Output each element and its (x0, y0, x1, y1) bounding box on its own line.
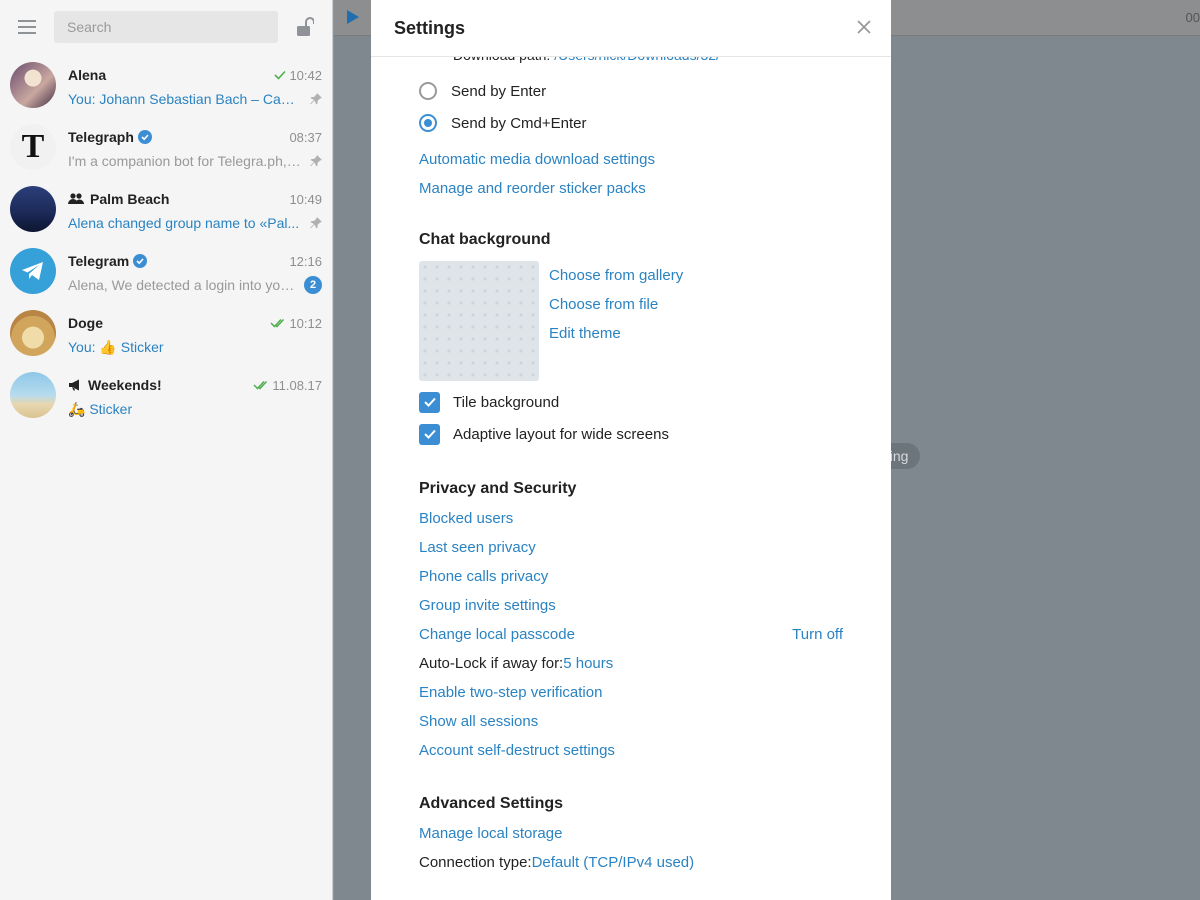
chat-last-message: 🛵 Sticker (68, 400, 133, 417)
search-input[interactable] (54, 11, 278, 43)
chat-name: Telegraph (68, 129, 134, 145)
chat-time: 10:49 (289, 191, 322, 207)
chat-last-message: I'm a companion bot for Telegra.ph, ... (68, 153, 302, 169)
thumbs-up-emoji: 👍 (99, 338, 117, 355)
group-icon (68, 193, 84, 204)
checkmark-icon (423, 429, 436, 439)
chat-last-message: You: Johann Sebastian Bach – Capric... (68, 91, 302, 107)
blocked-users-link[interactable]: Blocked users (419, 504, 891, 533)
last-seen-privacy-link[interactable]: Last seen privacy (419, 533, 891, 562)
adaptive-layout-checkbox[interactable] (419, 423, 440, 445)
checkmark-icon (423, 397, 436, 407)
settings-title: Settings (394, 17, 466, 38)
radio-send-cmd-enter[interactable] (419, 114, 437, 132)
two-step-verification-link[interactable]: Enable two-step verification (419, 678, 891, 707)
adaptive-layout-option[interactable]: Adaptive layout for wide screens (419, 418, 891, 450)
phone-calls-privacy-link[interactable]: Phone calls privacy (419, 562, 891, 591)
connection-type-link[interactable]: Default (TCP/IPv4 used) (532, 854, 695, 871)
read-check-icon (274, 70, 287, 80)
chat-item-alena[interactable]: Alena 10:42 You: Johann Sebastian Bach –… (0, 54, 332, 116)
telegram-logo-icon (22, 262, 43, 280)
avatar (10, 310, 56, 356)
chat-time: 10:42 (289, 67, 322, 83)
connection-type-row: Connection type: Default (TCP/IPv4 used) (419, 854, 695, 871)
sticker-packs-link[interactable]: Manage and reorder sticker packs (419, 174, 891, 203)
pin-icon (310, 155, 322, 167)
chat-item-telegram[interactable]: Telegram 12:16 Alena, We detected a logi… (0, 240, 332, 302)
megaphone-icon (69, 379, 79, 391)
unread-badge: 2 (304, 276, 322, 294)
verified-icon (133, 254, 148, 268)
chat-name: Weekends! (88, 377, 162, 393)
pin-icon (310, 217, 322, 229)
background-preview[interactable] (419, 261, 539, 381)
local-passcode-row: Change local passcode Turn off (419, 620, 891, 649)
chat-item-weekends[interactable]: Weekends! 11.08.17 🛵 Sticker (0, 364, 332, 426)
verified-icon (137, 130, 152, 144)
chat-item-telegraph[interactable]: T Telegraph 08:37 I'm a companion bot fo… (0, 116, 332, 178)
avatar (10, 248, 56, 294)
manage-local-storage-link[interactable]: Manage local storage (419, 819, 891, 848)
radio-send-enter[interactable] (419, 82, 437, 100)
chat-time: 10:12 (289, 315, 322, 331)
double-check-icon (270, 318, 285, 328)
double-check-icon (253, 380, 268, 390)
avatar (10, 62, 56, 108)
chat-last-message: Alena changed group name to «Pal... (68, 215, 300, 231)
auto-lock-value-link[interactable]: 5 hours (563, 655, 613, 672)
auto-lock-row: Auto-Lock if away for: 5 hours (419, 655, 614, 672)
send-by-enter-option[interactable]: Send by Enter (419, 75, 891, 107)
chat-name: Alena (68, 67, 107, 83)
chat-item-doge[interactable]: Doge 10:12 You: 👍 Sticker (0, 302, 332, 364)
show-sessions-link[interactable]: Show all sessions (419, 707, 891, 736)
turn-off-passcode-link[interactable]: Turn off (792, 626, 843, 643)
chat-background-block: Choose from gallery Choose from file Edi… (419, 261, 891, 381)
play-icon[interactable] (347, 10, 359, 24)
chat-name: Palm Beach (90, 191, 170, 207)
self-destruct-link[interactable]: Account self-destruct settings (419, 736, 891, 765)
chat-last-message: Alena, We detected a login into you... (68, 277, 296, 293)
scooter-emoji: 🛵 (68, 400, 86, 417)
auto-media-download-link[interactable]: Automatic media download settings (419, 145, 891, 174)
chat-last-message: You: 👍 Sticker (68, 338, 164, 355)
group-invite-settings-link[interactable]: Group invite settings (419, 591, 891, 620)
avatar (10, 186, 56, 232)
settings-header: Settings (371, 0, 891, 57)
settings-body: Download path: /Users/nick/Downloads/32/… (371, 47, 891, 877)
chat-name: Doge (68, 315, 103, 331)
choose-from-gallery-link[interactable]: Choose from gallery (549, 261, 683, 290)
header-time-text: 00 (1185, 10, 1200, 25)
chat-name: Telegram (68, 253, 130, 269)
chat-time: 11.08.17 (272, 377, 322, 393)
menu-icon[interactable] (0, 0, 54, 54)
tile-background-option[interactable]: Tile background (419, 386, 891, 418)
change-passcode-link[interactable]: Change local passcode (419, 626, 575, 643)
chat-item-palm-beach[interactable]: Palm Beach 10:49 Alena changed group nam… (0, 178, 332, 240)
tile-background-checkbox[interactable] (419, 391, 440, 413)
avatar: T (10, 124, 56, 170)
chat-background-title: Chat background (419, 231, 551, 248)
chat-time: 12:16 (289, 253, 322, 269)
chat-list-sidebar: Alena 10:42 You: Johann Sebastian Bach –… (0, 0, 333, 900)
close-icon[interactable] (857, 20, 871, 34)
settings-modal: Settings Download path: /Users/nick/Down… (371, 0, 891, 900)
send-by-cmd-enter-option[interactable]: Send by Cmd+Enter (419, 107, 891, 139)
privacy-security-title: Privacy and Security (419, 480, 577, 497)
chat-time: 08:37 (289, 129, 322, 145)
sidebar-header (0, 0, 332, 54)
edit-theme-link[interactable]: Edit theme (549, 319, 683, 348)
advanced-settings-title: Advanced Settings (419, 795, 564, 812)
avatar (10, 372, 56, 418)
choose-from-file-link[interactable]: Choose from file (549, 290, 683, 319)
pin-icon (310, 93, 322, 105)
unlock-icon[interactable] (278, 0, 332, 54)
